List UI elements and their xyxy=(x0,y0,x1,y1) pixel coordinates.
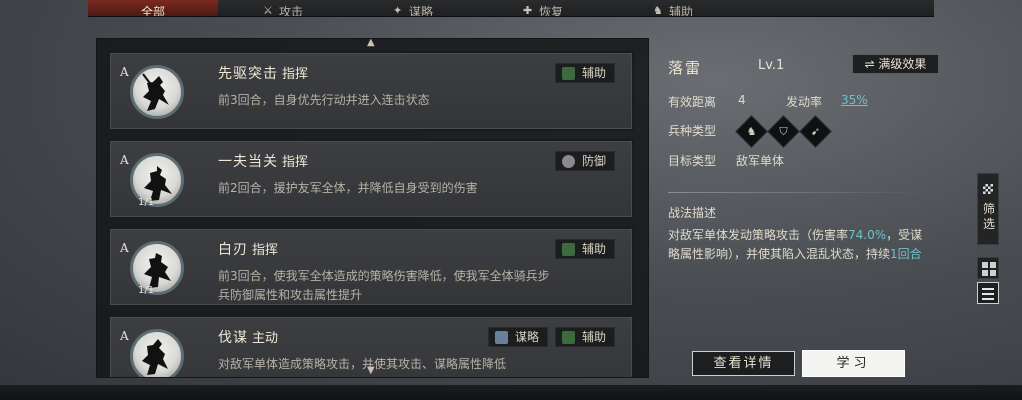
strategy-icon xyxy=(495,330,508,344)
skill-tag: 辅助 xyxy=(555,327,616,347)
filter-button[interactable]: 筛选 xyxy=(977,173,999,245)
filter-label: 筛选 xyxy=(982,202,995,231)
tab-recover-label: 恢复 xyxy=(538,5,563,16)
skill-kind: 指挥 xyxy=(282,155,309,170)
tab-all[interactable]: 全部 xyxy=(88,0,218,16)
learn-button[interactable]: 学习 xyxy=(802,350,905,377)
skill-title: 白刃 指挥 xyxy=(218,239,278,259)
recover-icon: ✚ xyxy=(522,4,533,16)
tactic-desc-part-a: 对敌军单体发动策略攻击（伤害率 xyxy=(668,228,849,242)
skill-tag-label: 防御 xyxy=(582,154,607,168)
warrior-icon xyxy=(144,253,171,288)
skill-grade: A xyxy=(120,241,129,255)
support-icon: ♞ xyxy=(652,4,663,16)
tab-support[interactable]: ♞ 辅助 xyxy=(608,0,738,16)
tactic-desc: 对敌军单体发动策略攻击（伤害率74.0%，受谋略属性影响），并使其陷入混乱状态，… xyxy=(668,226,933,264)
defense-icon xyxy=(562,154,575,168)
warrior-icon xyxy=(144,166,172,201)
skill-title: 一夫当关 指挥 xyxy=(218,151,308,171)
skill-tag: 防御 xyxy=(555,151,616,171)
support-icon xyxy=(562,242,575,256)
skill-title: 伐谋 主动 xyxy=(218,327,278,347)
skill-kind: 指挥 xyxy=(282,67,309,82)
skill-grade: A xyxy=(120,65,129,79)
list-view-button[interactable] xyxy=(977,282,999,304)
target-type-label: 目标类型 xyxy=(668,154,717,168)
warrior-icon xyxy=(142,339,168,375)
tactic-desc-title: 战法描述 xyxy=(668,206,717,220)
skill-count: 1/1 xyxy=(138,285,155,296)
rate-value[interactable]: 35% xyxy=(841,93,868,107)
skill-list-panel[interactable]: ▲ A 先驱突击 指挥 辅助 前3回合，自身优先行动并进入连击状态 A 1/1 一… xyxy=(96,38,649,378)
tab-strategy-label: 谋略 xyxy=(408,5,433,16)
tab-all-label: 全部 xyxy=(140,5,165,16)
tactic-desc-turns: 1回合 xyxy=(890,247,922,261)
tab-support-label: 辅助 xyxy=(668,5,693,16)
skill-name: 白刃 xyxy=(218,242,248,258)
skill-kind: 主动 xyxy=(252,331,279,346)
skill-name: 先驱突击 xyxy=(218,66,278,82)
skill-desc: 前3回合，使我军全体造成的策略伤害降低，使我军全体骑兵步兵防御属性和攻击属性提升 xyxy=(218,269,550,302)
skill-portrait xyxy=(130,329,184,377)
skill-count: 1/1 xyxy=(138,197,155,208)
support-icon xyxy=(562,66,575,80)
strategy-icon: ✦ xyxy=(392,4,403,16)
tactic-desc-rate: 74.0% xyxy=(848,228,887,242)
range-label: 有效距离 xyxy=(668,95,717,109)
top-tab-bar: 全部 ⚔ 攻击 ✦ 谋略 ✚ 恢复 ♞ 辅助 xyxy=(88,0,934,17)
attack-icon: ⚔ xyxy=(262,4,273,16)
max-effect-button[interactable]: ⇌ 满级效果 xyxy=(852,54,939,74)
tab-strategy[interactable]: ✦ 谋略 xyxy=(348,0,478,16)
view-details-button[interactable]: 查看详情 xyxy=(692,351,795,376)
skill-grade: A xyxy=(120,329,129,343)
detail-skill-level: Lv.1 xyxy=(758,58,785,73)
skill-name: 伐谋 xyxy=(218,330,248,346)
skill-card[interactable]: A 先驱突击 指挥 辅助 前3回合，自身优先行动并进入连击状态 xyxy=(108,51,634,131)
skill-tag: 谋略 xyxy=(488,327,549,347)
skill-tag-label: 辅助 xyxy=(582,66,607,80)
skill-card[interactable]: A 1/1 一夫当关 指挥 防御 前2回合，援护友军全体，并降低自身受到的伤害 xyxy=(108,139,634,219)
scroll-down-icon[interactable]: ▼ xyxy=(367,365,375,376)
rate-label: 发动率 xyxy=(786,95,823,109)
skill-tag-label: 辅助 xyxy=(582,242,607,256)
archer-icon: ➹ xyxy=(799,115,832,148)
bottom-bar xyxy=(0,385,1022,400)
warrior-icon xyxy=(142,73,169,111)
support-icon xyxy=(562,330,575,344)
skill-desc: 对敌军单体造成策略攻击，并使其攻击、谋略属性降低 xyxy=(218,357,507,371)
skill-desc: 前2回合，援护友军全体，并降低自身受到的伤害 xyxy=(218,181,478,195)
skill-tag: 辅助 xyxy=(555,239,616,259)
filter-icon xyxy=(983,184,993,194)
tab-recover[interactable]: ✚ 恢复 xyxy=(478,0,608,16)
skill-portrait xyxy=(130,65,184,119)
shield-icon: ⛉ xyxy=(767,115,800,148)
skill-tag-label: 谋略 xyxy=(515,330,540,344)
tab-attack-label: 攻击 xyxy=(278,5,303,16)
detail-skill-name: 落雷 xyxy=(668,59,703,77)
range-value: 4 xyxy=(738,93,746,107)
skill-name: 一夫当关 xyxy=(218,154,278,170)
target-type-value: 敌军单体 xyxy=(736,154,785,168)
grid-view-button[interactable] xyxy=(977,257,999,279)
skill-card[interactable]: A 1/1 白刃 指挥 辅助 前3回合，使我军全体造成的策略伤害降低，使我军全体骑… xyxy=(108,227,634,307)
skill-title: 先驱突击 指挥 xyxy=(218,63,308,83)
tab-attack[interactable]: ⚔ 攻击 xyxy=(218,0,348,16)
scroll-up-icon[interactable]: ▲ xyxy=(367,39,375,48)
skill-tag: 辅助 xyxy=(555,63,616,83)
skill-desc: 前3回合，自身优先行动并进入连击状态 xyxy=(218,93,430,107)
troop-type-label: 兵种类型 xyxy=(668,124,717,138)
detail-divider xyxy=(668,192,926,193)
skill-tag-label: 辅助 xyxy=(582,330,607,344)
skill-kind: 指挥 xyxy=(252,243,279,258)
skill-detail-panel: 落雷 Lv.1 ⇌ 满级效果 有效距离 4 发动率 35% 兵种类型 ♞ ⛉ ➹… xyxy=(668,52,940,352)
skill-grade: A xyxy=(120,153,129,167)
cavalry-icon: ♞ xyxy=(735,115,768,148)
